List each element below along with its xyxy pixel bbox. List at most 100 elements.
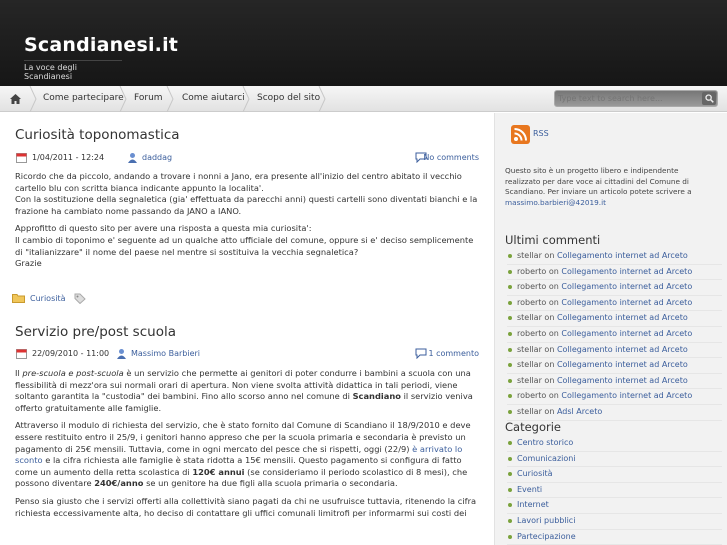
nav-separator [29, 86, 37, 112]
comment-author: roberto [517, 328, 547, 338]
bullet-icon [508, 285, 512, 290]
search-box [554, 90, 718, 107]
comment-on: on [546, 297, 562, 307]
site-title[interactable]: Scandianesi.it [24, 34, 178, 56]
home-button[interactable] [0, 86, 30, 112]
about-text: Questo sito è un progetto libero e indip… [505, 166, 715, 208]
comment-post-link[interactable]: Collegamento internet ad Arceto [561, 282, 692, 291]
comment-author: roberto [517, 282, 547, 292]
comment-on: on [541, 344, 557, 354]
bullet-icon [508, 316, 512, 321]
post-title[interactable]: Curiosità toponomastica [15, 127, 180, 143]
text-run: Attraverso il modulo di richiesta del se… [15, 420, 471, 454]
recent-comment-item: roberto on Collegamento internet ad Arce… [507, 296, 722, 312]
comment-on: on [541, 406, 557, 416]
comment-post-link[interactable]: Collegamento internet ad Arceto [561, 267, 692, 276]
comment-author: roberto [517, 297, 547, 307]
comment-author: stellar [517, 344, 542, 354]
bullet-icon [508, 518, 512, 523]
category-link[interactable]: Eventi [517, 485, 542, 494]
bullet-icon [508, 472, 512, 477]
category-link[interactable]: Partecipazione [517, 532, 576, 541]
post-paragraph: Grazie [15, 258, 42, 269]
category-link[interactable]: Lavori pubblici [517, 516, 575, 525]
text-run: se un genitore ha due figli alla scuola … [143, 478, 398, 489]
post-meta: 22/09/2010 - 11:00 Massimo Barbieri 1 co… [15, 347, 479, 361]
categories-heading: Categorie [505, 420, 561, 434]
post-paragraph: Ricordo che da piccolo, andando a trovar… [15, 171, 462, 193]
calendar-icon [16, 349, 27, 359]
nav-item-come-aiutarci[interactable]: Come aiutarci [182, 86, 245, 112]
category-link[interactable]: Curiosità [30, 294, 66, 303]
comment-on: on [541, 251, 557, 260]
category-link[interactable]: Comunicazioni [517, 454, 576, 463]
recent-comment-item: stellar on Collegamento internet ad Arce… [507, 343, 722, 359]
categories-list: Centro storico Comunicazioni Curiosità E… [507, 436, 722, 545]
category-link[interactable]: Curiosità [517, 469, 553, 478]
recent-comment-item: roberto on Collegamento internet ad Arce… [507, 327, 722, 343]
main-content: Curiosità toponomastica 1/04/2011 - 12:2… [0, 113, 494, 545]
bullet-icon [508, 300, 512, 305]
post-body: Ricordo che da piccolo, andando a trovar… [15, 171, 480, 276]
comment-post-link[interactable]: Collegamento internet ad Arceto [557, 360, 688, 369]
post-title[interactable]: Servizio pre/post scuola [15, 324, 176, 340]
bullet-icon [508, 331, 512, 336]
category-item: Partecipazione [507, 530, 722, 545]
bullet-icon [508, 347, 512, 352]
nav-item-come-partecipare[interactable]: Come partecipare [43, 86, 124, 112]
comment-post-link[interactable]: Collegamento internet ad Arceto [561, 298, 692, 307]
recent-comment-item: roberto on Collegamento internet ad Arce… [507, 280, 722, 296]
nav-item-forum[interactable]: Forum [134, 86, 163, 112]
comment-post-link[interactable]: Collegamento internet ad Arceto [557, 345, 688, 354]
about-description: Questo sito è un progetto libero e indip… [505, 166, 692, 197]
bullet-icon [508, 534, 512, 539]
recent-comments-heading: Ultimi commenti [505, 233, 601, 247]
about-email-link[interactable]: massimo.barbieri@42019.it [505, 198, 606, 207]
text-strong: 240€/anno [94, 478, 144, 489]
recent-comments-list: stellar on Collegamento internet ad Arce… [507, 249, 722, 421]
text-strong: Scandiano [352, 391, 401, 402]
comment-post-link[interactable]: Collegamento internet ad Arceto [557, 313, 688, 322]
comment-post-link[interactable]: Collegamento internet ad Arceto [561, 329, 692, 338]
category-link[interactable]: Centro storico [517, 438, 573, 447]
user-icon [117, 349, 126, 359]
comment-on: on [546, 391, 562, 401]
post-body: Il pre-scuola e post-scuola è un servizi… [15, 368, 480, 525]
comment-author: stellar [517, 313, 542, 323]
category-item: Eventi [507, 483, 722, 499]
search-input[interactable] [558, 92, 698, 105]
comment-author: roberto [517, 391, 547, 401]
comment-on: on [546, 328, 562, 338]
comment-post-link[interactable]: Collegamento internet ad Arceto [557, 251, 688, 260]
post-author[interactable]: Massimo Barbieri [131, 349, 200, 358]
recent-comment-item: stellar on Collegamento internet ad Arce… [507, 374, 722, 390]
comment-post-link[interactable]: Collegamento internet ad Arceto [561, 391, 692, 400]
comment-post-link[interactable]: Collegamento internet ad Arceto [557, 376, 688, 385]
category-item: Curiosità [507, 467, 722, 483]
rss-icon[interactable] [511, 125, 530, 144]
post-comments-link[interactable]: No comments [423, 153, 479, 162]
category-link[interactable]: Internet [517, 500, 549, 509]
nav-separator [166, 86, 174, 112]
comment-author: stellar [517, 360, 542, 370]
nav-separator [318, 86, 326, 112]
nav-separator [119, 86, 127, 112]
post-date: 1/04/2011 - 12:24 [32, 153, 105, 162]
bullet-icon [508, 254, 512, 258]
bullet-icon [508, 441, 512, 445]
comment-on: on [546, 266, 562, 276]
nav-item-scopo-del-sito[interactable]: Scopo del sito [257, 86, 320, 112]
post-date: 22/09/2010 - 11:00 [32, 349, 110, 358]
post-author[interactable]: daddag [142, 153, 172, 162]
search-button[interactable] [702, 92, 716, 105]
rss-link[interactable]: RSS [533, 129, 549, 138]
comment-author: stellar [517, 251, 542, 260]
category-item: Comunicazioni [507, 452, 722, 468]
bullet-icon [508, 378, 512, 383]
post-comments-link[interactable]: 1 commento [428, 349, 479, 358]
comment-on: on [541, 375, 557, 385]
comment-post-link[interactable]: Adsl Arceto [557, 407, 602, 416]
folder-icon [12, 294, 25, 303]
category-item: Lavori pubblici [507, 514, 722, 530]
text-strong: 120€ annui [192, 466, 245, 477]
